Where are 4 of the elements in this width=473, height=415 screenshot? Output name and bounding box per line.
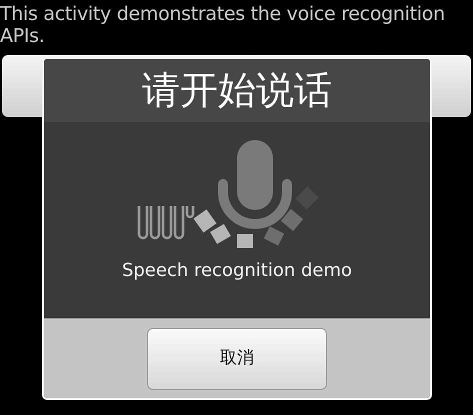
cancel-button[interactable]: 取消 [147, 328, 327, 390]
description-text: This activity demonstrates the voice recognition APIs. [0, 2, 446, 47]
dialog-title: 请开始说话 [44, 59, 430, 122]
prompt-text: Speech recognition demo [122, 259, 352, 283]
